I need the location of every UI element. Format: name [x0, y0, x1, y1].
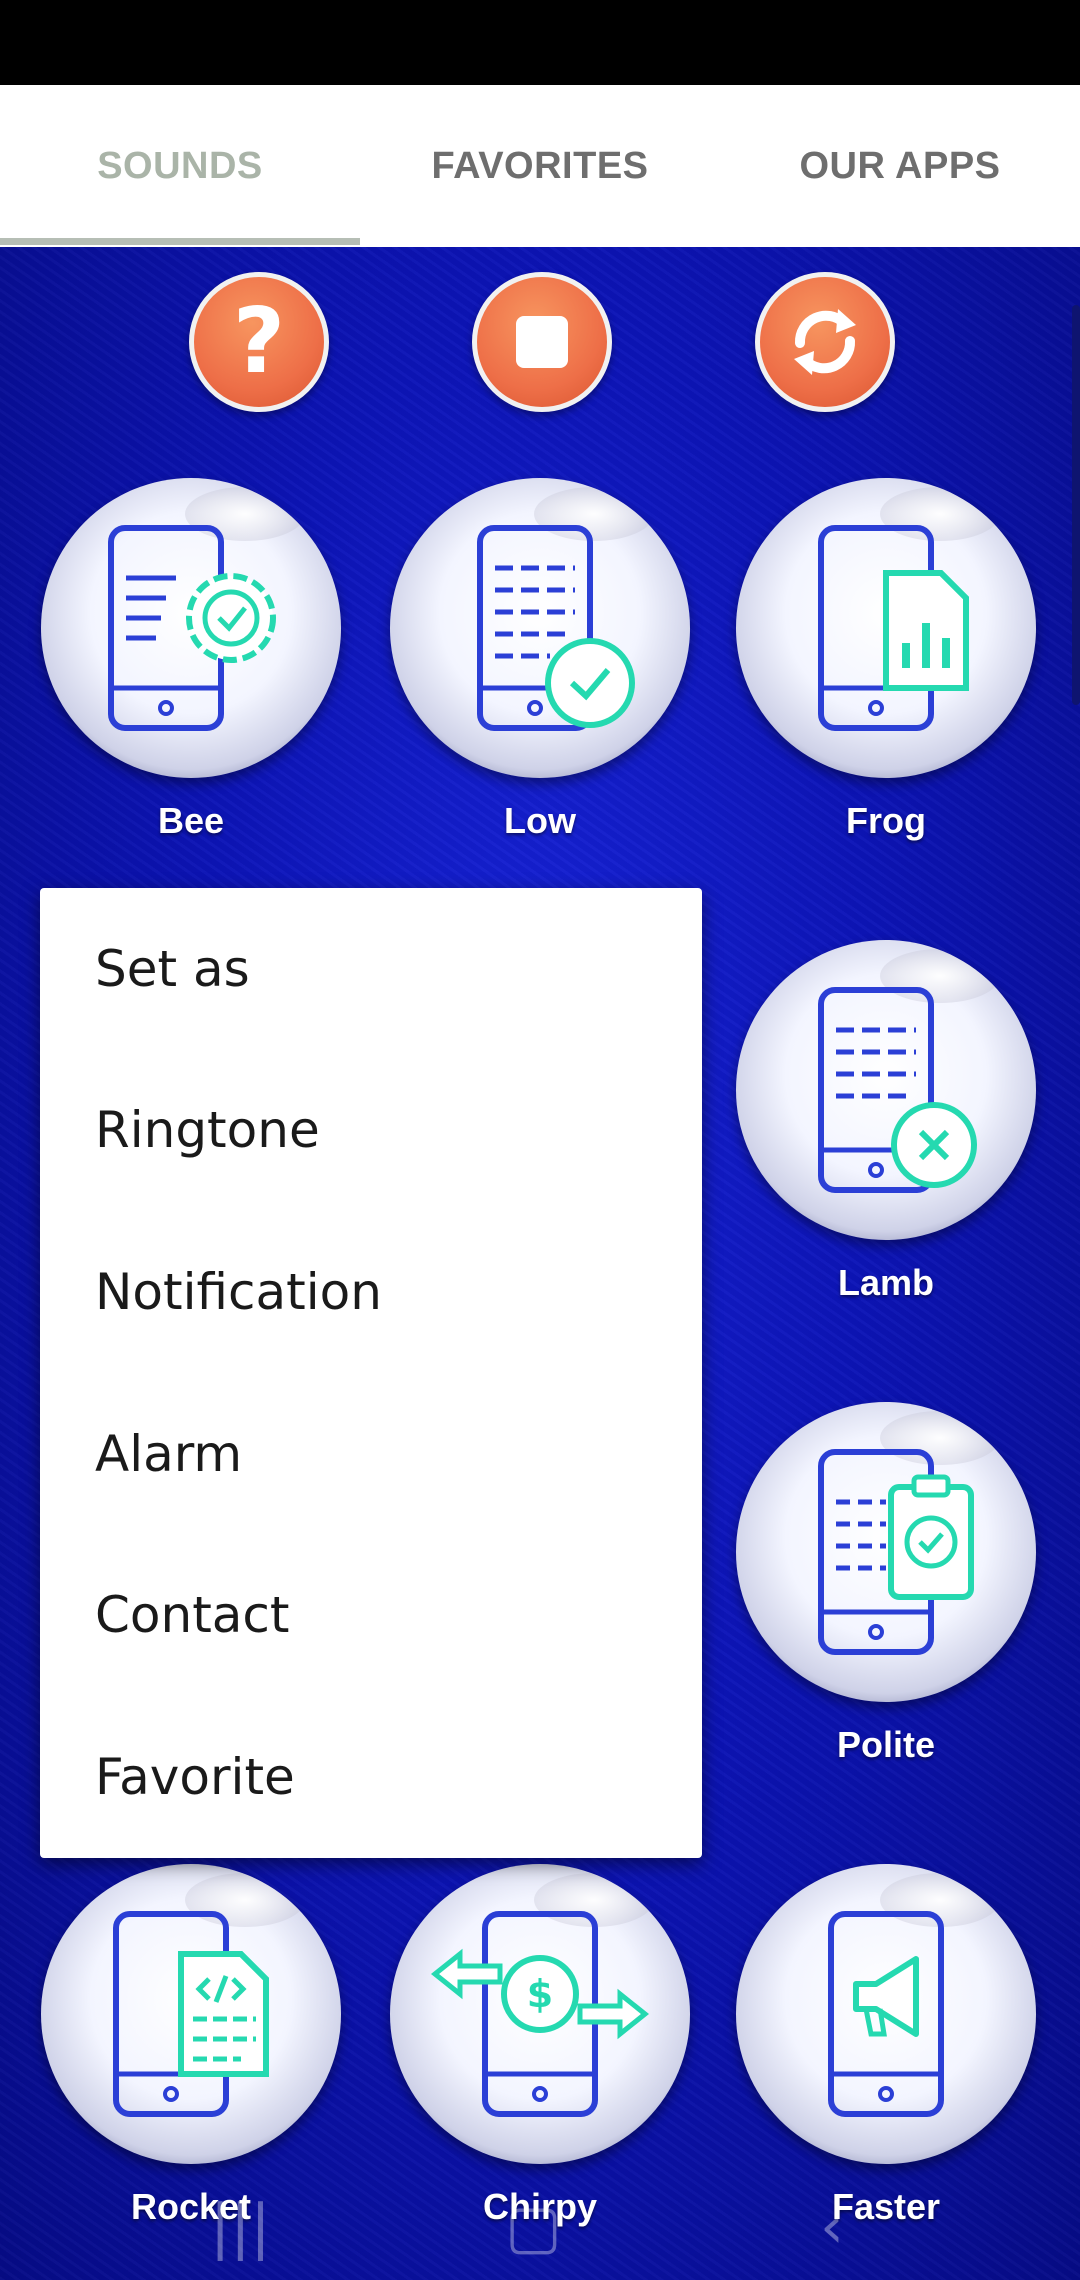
- sound-bubble[interactable]: [41, 1864, 341, 2164]
- phone-money-transfer-icon: $: [430, 1911, 650, 2117]
- sound-item-low[interactable]: Low: [385, 478, 695, 842]
- sound-bubble[interactable]: [736, 1402, 1036, 1702]
- phone-code-icon: [113, 1911, 269, 2117]
- sound-bubble[interactable]: [736, 940, 1036, 1240]
- question-mark-icon: ?: [232, 289, 286, 394]
- phone-chart-icon: [818, 525, 969, 731]
- sound-label: Polite: [836, 1724, 935, 1765]
- menu-item-alarm[interactable]: Alarm: [40, 1373, 702, 1535]
- sound-bubble[interactable]: [41, 478, 341, 778]
- menu-item-contact[interactable]: Contact: [40, 1534, 702, 1696]
- tab-sounds[interactable]: SOUNDS: [0, 85, 360, 247]
- recent-apps-icon[interactable]: |||: [210, 2192, 271, 2262]
- sound-bubble[interactable]: [736, 478, 1036, 778]
- phone-gear-icon: [108, 525, 276, 731]
- status-bar: [0, 0, 1080, 85]
- sound-label: Frog: [846, 800, 926, 841]
- sound-item-lamb[interactable]: Lamb: [731, 940, 1041, 1304]
- sound-label: Bee: [157, 800, 225, 841]
- active-tab-indicator: [0, 238, 360, 245]
- menu-item-ringtone[interactable]: Ringtone: [40, 1050, 702, 1212]
- tab-bar: SOUNDS FAVORITES OUR APPS: [0, 85, 1080, 247]
- sound-item-bee[interactable]: Bee: [36, 478, 346, 842]
- phone-x-icon: [818, 987, 977, 1193]
- sound-item-polite[interactable]: Polite: [731, 1402, 1041, 1766]
- sound-bubble[interactable]: [390, 478, 690, 778]
- sound-bubble[interactable]: $: [390, 1864, 690, 2164]
- tab-our-apps[interactable]: OUR APPS: [720, 85, 1080, 247]
- sound-label: Low: [504, 800, 576, 841]
- sound-bubble[interactable]: [736, 1864, 1036, 2164]
- phone-megaphone-icon: [828, 1911, 944, 2117]
- menu-item-notification[interactable]: Notification: [40, 1211, 702, 1373]
- stop-icon: [516, 316, 568, 368]
- set-as-menu: Set as Ringtone Notification Alarm Conta…: [40, 888, 702, 1858]
- system-nav-bar: ||| ▢ ‹: [0, 2160, 1080, 2280]
- phone-clipboard-icon: [818, 1449, 974, 1655]
- shuffle-button[interactable]: [755, 272, 895, 412]
- sound-item-frog[interactable]: Frog: [731, 478, 1041, 842]
- phone-check-icon: [477, 525, 635, 731]
- help-button[interactable]: ?: [189, 272, 329, 412]
- refresh-icon: [794, 309, 856, 375]
- scrollbar[interactable]: [1072, 305, 1080, 705]
- menu-title: Set as: [95, 939, 250, 998]
- tab-favorites[interactable]: FAVORITES: [360, 85, 720, 247]
- back-icon[interactable]: ‹: [820, 2192, 844, 2262]
- home-icon[interactable]: ▢: [505, 2192, 562, 2262]
- sound-label: Lamb: [837, 1262, 934, 1303]
- stop-button[interactable]: [472, 272, 612, 412]
- svg-text:$: $: [527, 1972, 553, 2016]
- menu-item-favorite[interactable]: Favorite: [40, 1696, 702, 1858]
